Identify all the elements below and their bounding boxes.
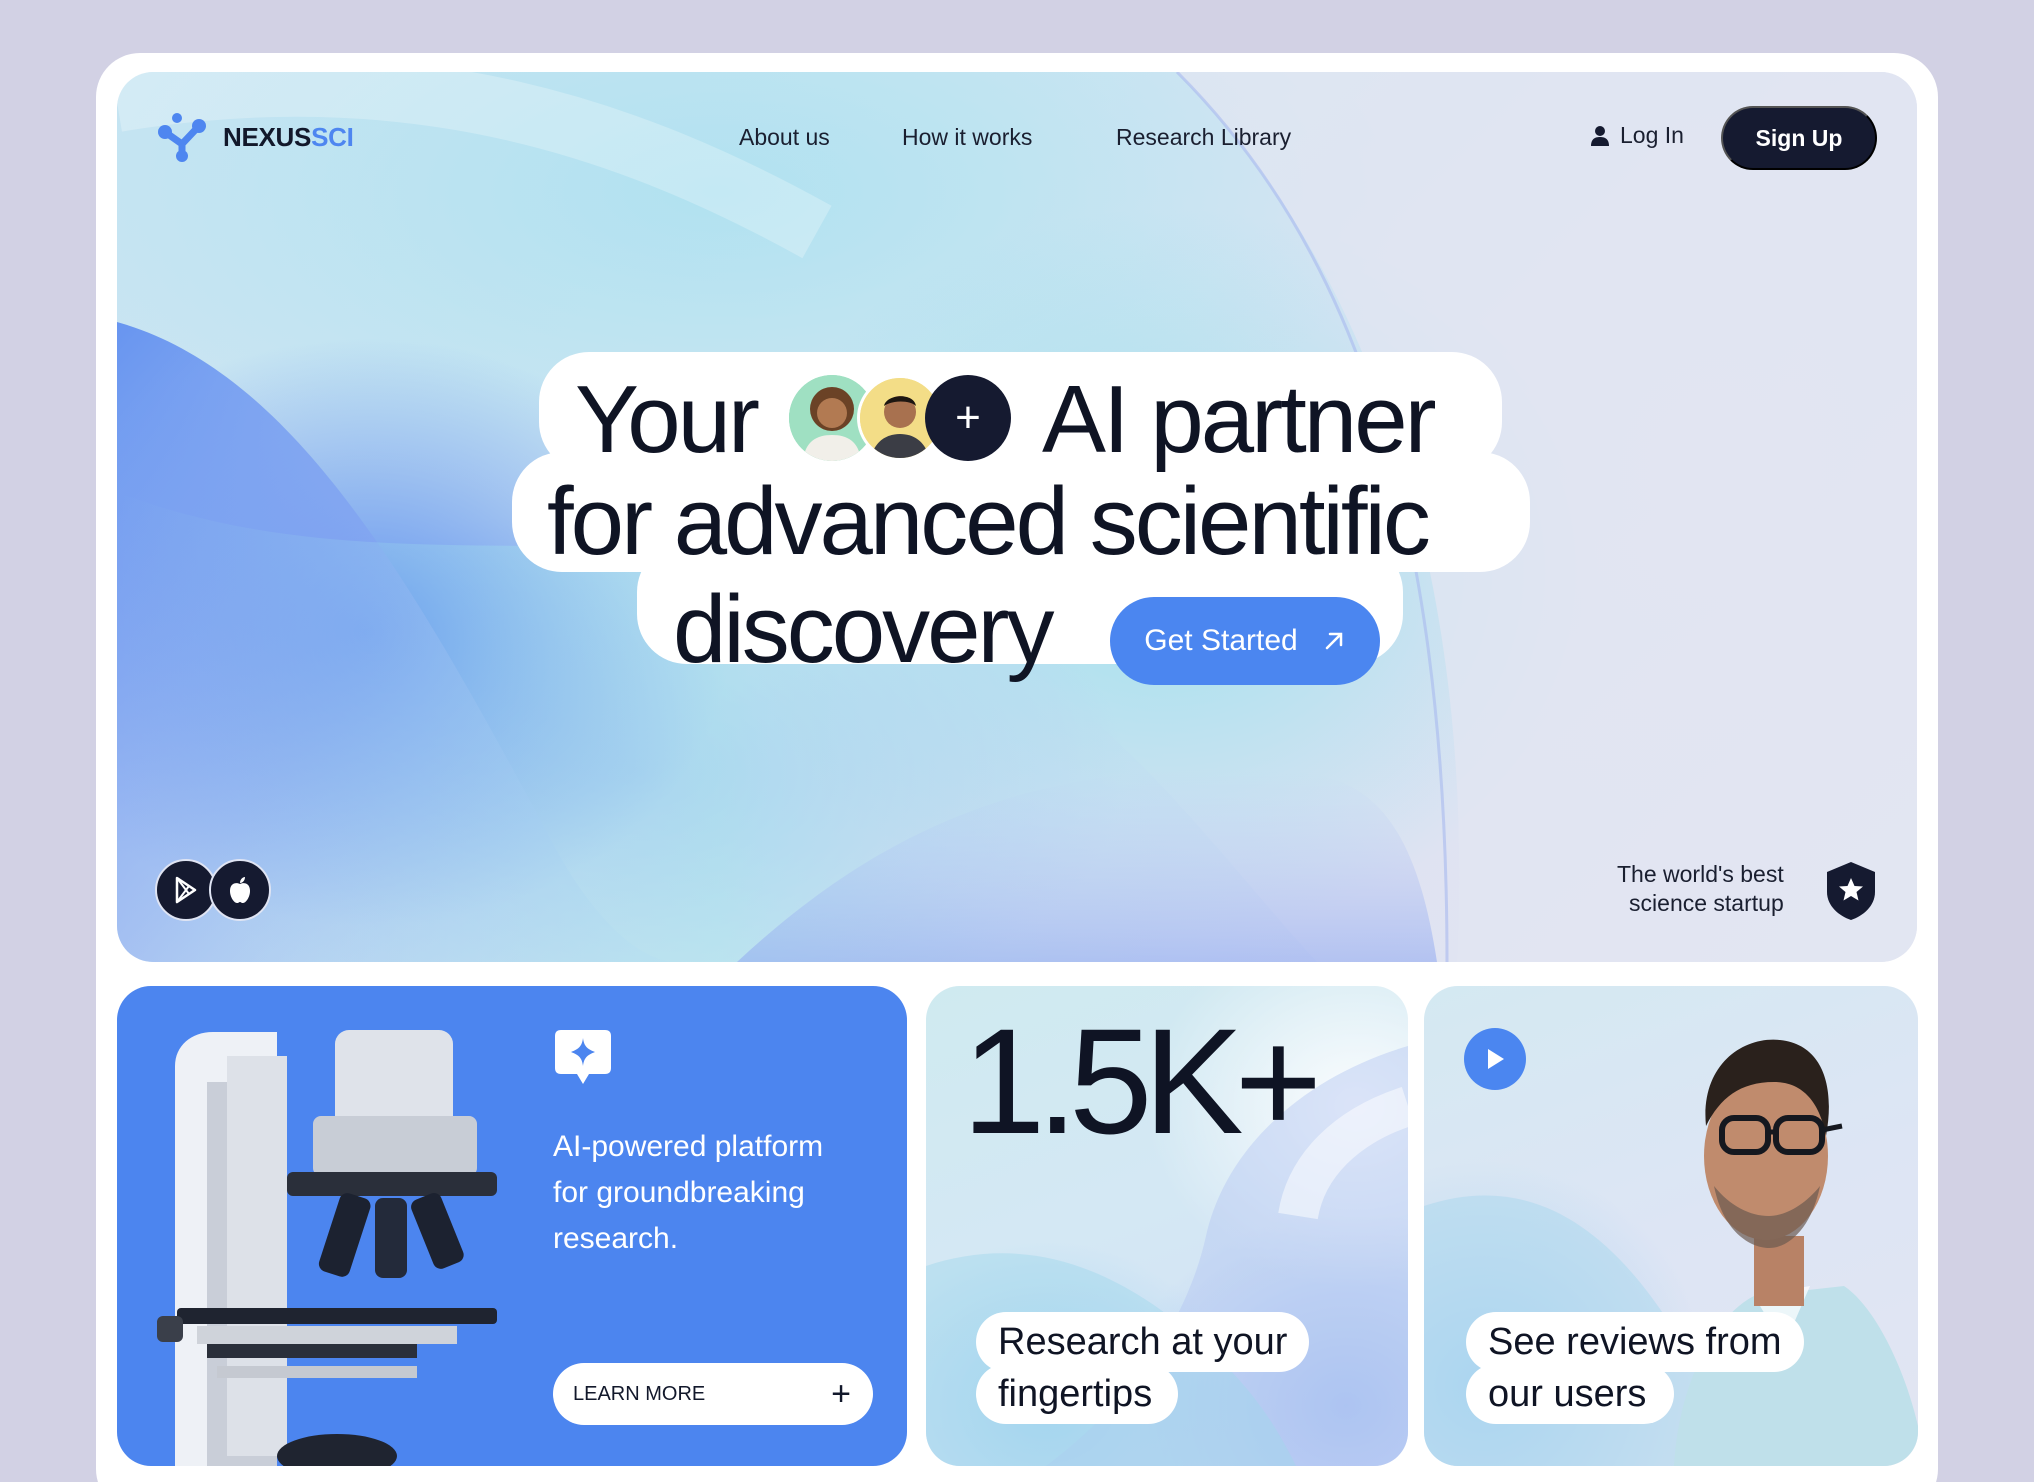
play-video-button[interactable]	[1464, 1028, 1526, 1090]
brand-name: NEXUSSCI	[223, 121, 354, 152]
play-icon	[1488, 1049, 1504, 1069]
reviews-caption-line1: See reviews from	[1466, 1312, 1804, 1372]
shield-star-icon	[1827, 862, 1875, 920]
headline-your: Your	[575, 366, 760, 473]
platform-text-line1: AI-powered platform	[553, 1130, 824, 1163]
apple-store-button[interactable]	[209, 859, 271, 921]
platform-text-line3: research.	[553, 1222, 679, 1255]
research-count: 1.5K+	[962, 997, 1322, 1165]
google-play-icon	[175, 876, 197, 904]
user-icon	[1591, 125, 1609, 146]
platform-text-line2: for groundbreaking	[553, 1176, 805, 1209]
learn-more-label: LEARN MORE	[573, 1382, 706, 1405]
platform-card: AI-powered platform for groundbreaking r…	[117, 986, 907, 1466]
award-line1: The world's best	[1617, 861, 1784, 887]
nav-how-it-works[interactable]: How it works	[902, 124, 1032, 151]
get-started-label: Get Started	[1144, 624, 1298, 657]
headline-ai-partner: AI partner	[1042, 366, 1437, 473]
award-line2: science startup	[1629, 890, 1784, 916]
top-navigation: NEXUSSCI About us How it works Research …	[117, 72, 1917, 202]
arrow-up-right-icon	[1325, 632, 1342, 650]
app-store-buttons	[155, 859, 271, 921]
signup-button[interactable]: Sign Up	[1721, 106, 1877, 170]
award-text: The world's best science startup	[1617, 860, 1784, 918]
learn-more-button[interactable]: LEARN MORE +	[553, 1363, 873, 1425]
google-play-button[interactable]	[155, 859, 217, 921]
hero-section: NEXUSSCI About us How it works Research …	[117, 72, 1917, 962]
platform-description: AI-powered platform for groundbreaking r…	[553, 1124, 883, 1262]
add-member-icon[interactable]: +	[925, 375, 1011, 461]
reviews-caption-line2: our users	[1466, 1364, 1675, 1424]
headline-line3: discovery	[673, 576, 1054, 683]
brand-logo[interactable]: NEXUSSCI	[155, 112, 354, 162]
login-link[interactable]: Log In	[1590, 122, 1684, 149]
stat-caption-line1: Research at your	[976, 1312, 1310, 1372]
sparkle-chat-icon	[555, 1030, 611, 1084]
plus-icon: +	[831, 1374, 851, 1413]
nav-research-library[interactable]: Research Library	[1116, 124, 1291, 151]
get-started-button[interactable]: Get Started	[1110, 597, 1380, 685]
reviews-card: See reviews from our users	[1424, 986, 1918, 1466]
nav-about-us[interactable]: About us	[739, 124, 830, 151]
headline-line2: for advanced scientific	[547, 468, 1431, 575]
team-avatars: +	[789, 375, 1011, 461]
research-stat-card: 1.5K+ Research at your fingertips	[926, 986, 1408, 1466]
microscope-illustration	[157, 1030, 497, 1466]
apple-icon	[230, 877, 250, 903]
login-label: Log In	[1620, 122, 1684, 148]
stat-caption-line2: fingertips	[976, 1364, 1179, 1424]
molecule-logo-icon	[158, 113, 206, 162]
